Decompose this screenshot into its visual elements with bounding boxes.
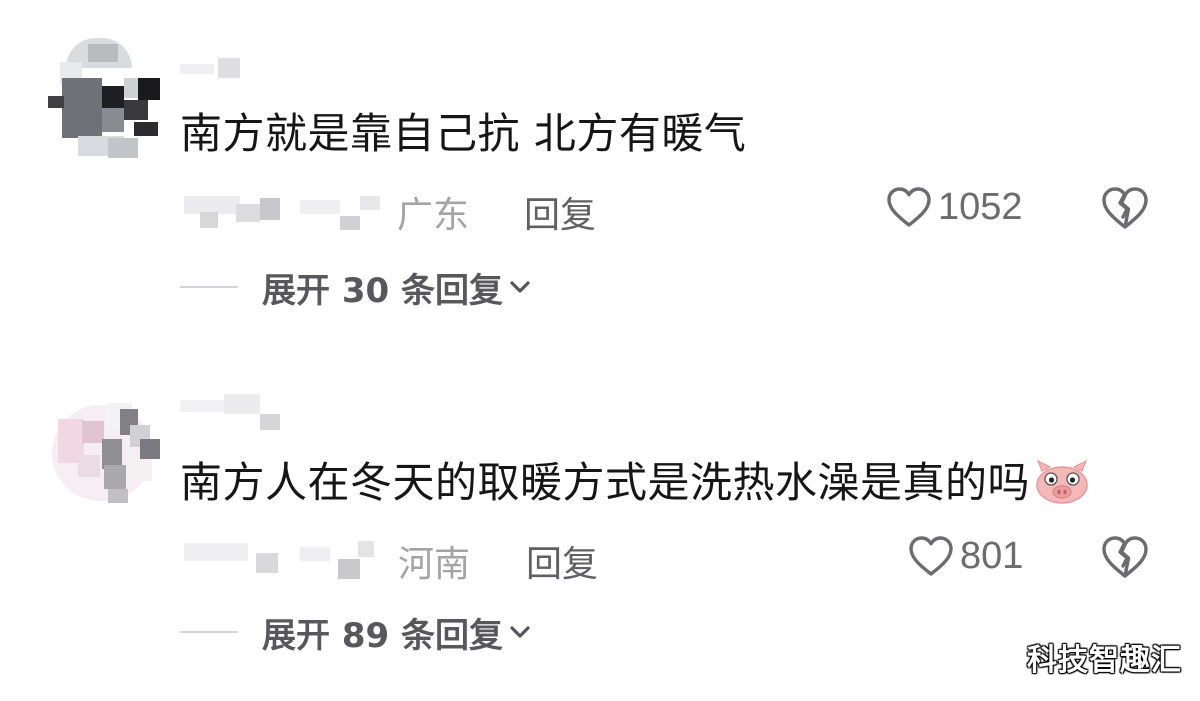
comment-text: 南方人在冬天的取暖方式是洗热水澡是真的吗 bbox=[180, 457, 1090, 509]
chevron-down-icon bbox=[510, 626, 530, 638]
broken-heart-icon[interactable] bbox=[1100, 184, 1150, 232]
like-button[interactable]: 1052 bbox=[886, 182, 1023, 232]
watermark: 科技智趣汇 bbox=[1027, 643, 1182, 678]
heart-outline-icon bbox=[887, 187, 931, 227]
avatar[interactable] bbox=[48, 395, 160, 515]
expand-replies-button[interactable]: 展开 30 条回复 bbox=[262, 263, 533, 312]
timestamp-blurred bbox=[180, 188, 390, 230]
expand-replies-button[interactable]: 展开 89 条回复 bbox=[262, 608, 533, 657]
broken-heart-icon[interactable] bbox=[1100, 533, 1150, 581]
location-label: 广东 bbox=[397, 195, 470, 236]
like-count: 801 bbox=[960, 534, 1024, 577]
reply-button[interactable]: 回复 bbox=[526, 535, 598, 587]
comment-text-content: 南方人在冬天的取暖方式是洗热水澡是真的吗 bbox=[180, 458, 1031, 507]
expand-replies-label: 展开 30 条回复 bbox=[262, 270, 503, 311]
pig-face-emoji bbox=[1036, 459, 1088, 504]
chevron-down-icon bbox=[510, 281, 530, 293]
comment-text: 南方就是靠自己抗 北方有暖气 bbox=[180, 109, 747, 158]
expand-replies: 展开 30 条回复 bbox=[180, 262, 533, 312]
avatar[interactable] bbox=[48, 38, 160, 158]
comment-meta: 广东 回复 1052 bbox=[180, 182, 1180, 236]
reply-button[interactable]: 回复 bbox=[524, 186, 596, 238]
location-label: 河南 bbox=[398, 544, 471, 585]
username-blurred[interactable] bbox=[180, 58, 240, 80]
comment-meta: 河南 回复 801 bbox=[180, 531, 1180, 585]
like-button[interactable]: 801 bbox=[908, 531, 1023, 581]
like-count: 1052 bbox=[938, 185, 1023, 228]
expand-replies: 展开 89 条回复 bbox=[180, 607, 533, 657]
heart-outline-icon bbox=[909, 536, 953, 576]
divider-line bbox=[180, 631, 238, 633]
username-blurred[interactable] bbox=[180, 392, 280, 430]
timestamp-blurred bbox=[180, 537, 390, 579]
expand-replies-label: 展开 89 条回复 bbox=[262, 615, 503, 656]
divider-line bbox=[180, 286, 238, 288]
